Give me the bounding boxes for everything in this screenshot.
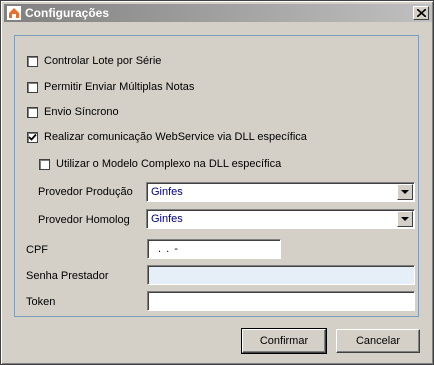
senha-label: Senha Prestador [26,270,109,282]
option-label: Realizar comunicação WebService via DLL … [44,131,307,143]
close-icon [417,9,426,17]
provedor-homolog-select[interactable]: Ginfes [146,209,415,229]
checkbox[interactable] [27,55,38,67]
option-controlar-lote[interactable]: Controlar Lote por Série [27,54,161,68]
token-label: Token [26,296,56,308]
checkbox[interactable] [27,106,38,118]
checkbox[interactable] [27,81,38,93]
dropdown-button[interactable] [397,211,413,227]
checkbox[interactable] [39,158,50,170]
selected-value: Ginfes [151,186,183,198]
option-label: Permitir Enviar Múltiplas Notas [44,81,195,93]
selected-value: Ginfes [151,213,183,225]
option-envio-sincrono[interactable]: Envio Síncrono [27,105,119,119]
provedor-producao-select[interactable]: Ginfes [146,182,415,202]
title-bar[interactable]: Configurações [4,4,432,22]
option-realizar-webservice[interactable]: Realizar comunicação WebService via DLL … [27,130,307,144]
cpf-label: CPF [26,244,48,256]
checkbox-checked[interactable] [27,131,38,143]
dropdown-button[interactable] [397,184,413,200]
senha-input[interactable] [147,265,415,285]
window-title: Configurações [25,6,110,20]
option-modelo-complexo[interactable]: Utilizar o Modelo Complexo na DLL especí… [39,157,281,171]
cancelar-button[interactable]: Cancelar [336,329,420,353]
app-icon [7,6,21,20]
provedor-producao-label: Provedor Produção [38,186,133,198]
option-label: Controlar Lote por Série [44,55,162,67]
option-permitir-multiplas[interactable]: Permitir Enviar Múltiplas Notas [27,80,194,94]
provedor-homolog-label: Provedor Homolog [38,214,130,226]
checkmark-icon [28,133,37,141]
close-button[interactable] [413,6,429,20]
chevron-down-icon [401,190,409,194]
cpf-input[interactable]: . . - [147,239,281,259]
confirmar-button[interactable]: Confirmar [241,328,327,354]
option-label: Utilizar o Modelo Complexo na DLL especí… [56,158,282,170]
token-input[interactable] [147,291,415,311]
option-label: Envio Síncrono [44,106,119,118]
chevron-down-icon [401,217,409,221]
cpf-value: . . - [158,243,179,255]
configuracoes-dialog: Configurações Controlar Lote por Série P… [0,0,434,365]
